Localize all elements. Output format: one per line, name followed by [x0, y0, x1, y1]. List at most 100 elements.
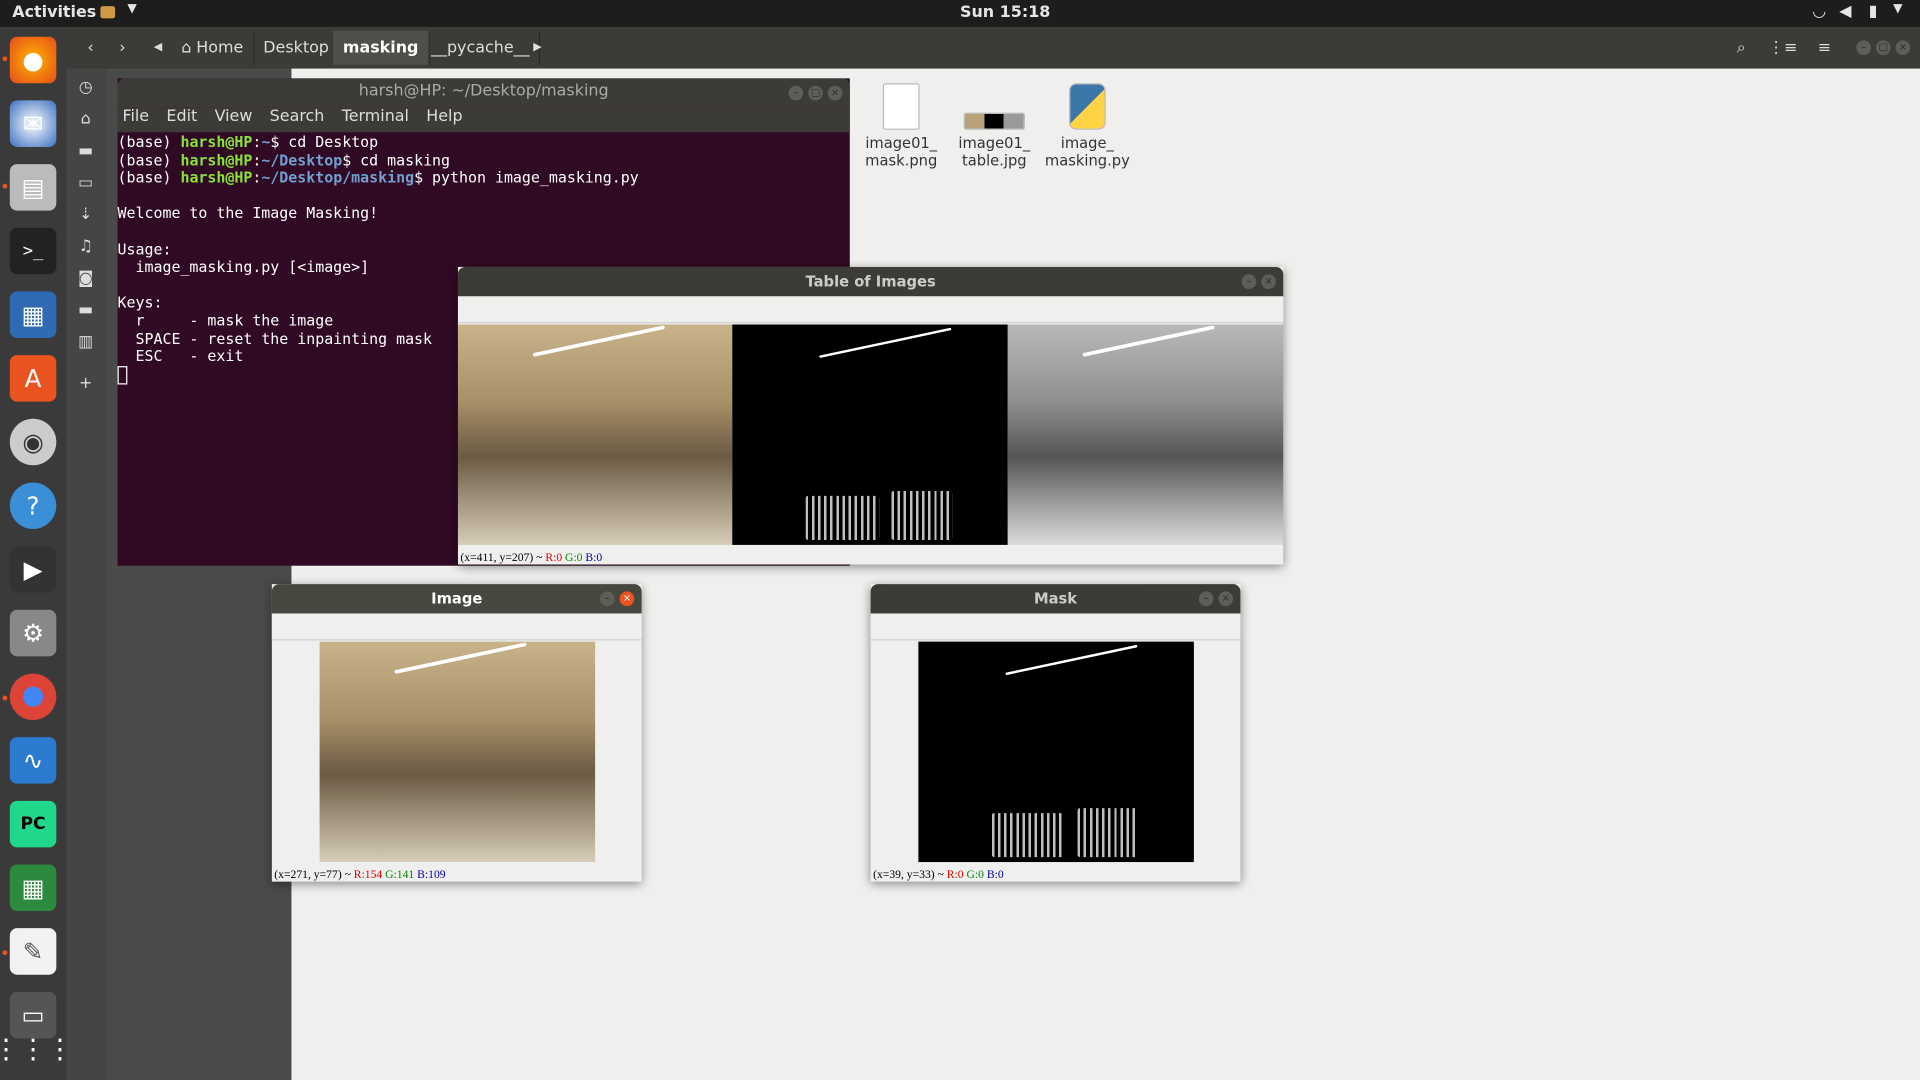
minimize-icon[interactable]: –	[1856, 40, 1872, 56]
table-of-images-window[interactable]: Table of Images – × (x=411, y=207) ~ R:0…	[457, 266, 1284, 565]
status-bar: (x=39, y=33) ~ R:0 G:0 B:0	[873, 869, 1004, 882]
help-icon[interactable]: ?	[9, 482, 57, 529]
terminal-title: harsh@HP: ~/Desktop/masking	[117, 78, 850, 108]
window-title: Image	[271, 584, 642, 614]
writer-icon[interactable]: ▦	[9, 291, 57, 338]
video-editor-icon[interactable]: ▶	[9, 546, 57, 593]
downloads-icon[interactable]: ⇣	[76, 206, 96, 226]
maximize-icon[interactable]: □	[1875, 40, 1891, 56]
original-photo	[319, 641, 596, 863]
menu-help[interactable]: Help	[426, 108, 462, 126]
original-photo	[457, 324, 733, 545]
documents-icon[interactable]: ▭	[76, 174, 96, 194]
view-options-icon[interactable]: ⋮≡	[1768, 33, 1797, 62]
window-toolbar	[870, 613, 1241, 641]
menu-icon[interactable]: ≡	[1810, 33, 1839, 62]
running-indicator	[2, 56, 8, 62]
image-window[interactable]: Image – × (x=271, y=77) ~ R:154 G:141 B:…	[271, 584, 642, 882]
calc-icon[interactable]: ▦	[9, 864, 57, 912]
home-icon[interactable]: ⌂	[76, 110, 96, 130]
software-center-icon[interactable]: A	[9, 355, 57, 402]
system-monitor-icon[interactable]: ∿	[9, 737, 57, 784]
window-toolbar	[457, 296, 1284, 324]
music-icon[interactable]: ♫	[76, 238, 96, 258]
close-icon[interactable]: ×	[827, 85, 843, 101]
running-indicator	[2, 183, 8, 189]
thunderbird-icon[interactable]: ✉	[9, 100, 57, 147]
minimize-icon[interactable]: –	[788, 85, 804, 101]
clock[interactable]: Sun 15:18	[960, 4, 1050, 22]
menu-edit[interactable]: Edit	[166, 108, 197, 126]
crumb-masking[interactable]: masking	[333, 30, 430, 65]
settings-icon[interactable]: ⚙	[9, 609, 57, 657]
image-thumbnail-icon	[963, 112, 1025, 130]
close-icon[interactable]: ×	[619, 591, 635, 607]
mask-window[interactable]: Mask – × (x=39, y=33) ~ R:0 G:0 B:0	[870, 584, 1241, 882]
text-editor-icon[interactable]: ✎	[9, 928, 57, 975]
crumb-home[interactable]: ⌂ Home	[171, 30, 255, 65]
mask-photo	[918, 641, 1194, 863]
mask-photo	[732, 324, 1008, 545]
chevron-down-icon[interactable]: ▼	[127, 2, 136, 15]
prompt-line: (base) harsh@HP:~/Desktop/masking$ pytho…	[117, 169, 639, 187]
maximize-icon[interactable]: □	[808, 85, 823, 101]
dock: ● ✉ ▤ >_ ▦ A ◉ ? ▶ ⚙ ∿ PC ▦ ✎ ▭ ⋮⋮⋮	[0, 26, 73, 1080]
back-icon[interactable]: ‹	[76, 33, 105, 62]
path-right-icon[interactable]: ▶	[529, 33, 546, 62]
minimize-icon[interactable]: –	[1198, 591, 1214, 607]
file-image01-table[interactable]: image01_ table.jpg	[948, 83, 1041, 169]
running-indicator	[2, 695, 8, 701]
firefox-icon[interactable]: ●	[9, 36, 57, 84]
pictures-icon[interactable]: ◙	[76, 269, 96, 289]
file-manager-sidebar: ◷ ⌂ ▬ ▭ ⇣ ♫ ◙ ▬ ▥ +	[66, 68, 106, 1080]
window-title: Table of Images	[457, 266, 1284, 297]
trash-icon[interactable]: ▥	[76, 333, 96, 353]
minimize-icon[interactable]: –	[600, 591, 615, 607]
close-icon[interactable]: ×	[1895, 40, 1911, 56]
menu-search[interactable]: Search	[270, 108, 325, 126]
home-icon: ⌂	[181, 38, 192, 57]
document-icon	[882, 83, 920, 130]
terminal-icon[interactable]: >_	[9, 227, 57, 275]
status-bar: (x=411, y=207) ~ R:0 G:0 B:0	[460, 552, 603, 565]
menu-file[interactable]: File	[122, 108, 149, 126]
files-icon[interactable]: ▤	[9, 164, 57, 211]
prompt-line: (base) harsh@HP:~$ cd Desktop	[117, 133, 379, 151]
wifi-icon[interactable]: ◡	[1812, 2, 1826, 20]
window-toolbar	[271, 613, 642, 641]
battery-icon[interactable]: ▮	[1869, 2, 1878, 20]
rhythmbox-icon[interactable]: ◉	[9, 418, 57, 466]
python-file-icon	[1068, 83, 1106, 130]
top-bar: Activities ▼ Sun 15:18 ◡ ◀ ▮ ▼	[0, 0, 1920, 27]
activities-button[interactable]: Activities	[12, 4, 96, 22]
chrome-icon[interactable]	[9, 673, 57, 721]
terminal-cursor	[117, 365, 128, 385]
file-image01-mask[interactable]: image01_ mask.png	[855, 83, 948, 169]
running-indicator	[2, 950, 8, 956]
file-image-masking[interactable]: image_ masking.py	[1041, 83, 1134, 169]
crumb-desktop[interactable]: Desktop	[253, 30, 340, 65]
close-icon[interactable]: ×	[1218, 591, 1234, 607]
terminal-menubar: File Edit View Search Terminal Help	[117, 107, 850, 133]
window-title: Mask	[870, 584, 1241, 614]
minimize-icon[interactable]: –	[1241, 274, 1257, 289]
keyboard-indicator-icon[interactable]	[100, 6, 116, 19]
search-icon[interactable]: ⌕	[1727, 33, 1756, 62]
file-manager-header: ‹ › ◀ ⌂ Home Desktop masking __pycache__ …	[66, 26, 1920, 69]
close-icon[interactable]: ×	[1261, 274, 1276, 289]
system-menu-chevron-icon[interactable]: ▼	[1893, 2, 1902, 15]
crumb-pycache[interactable]: __pycache__	[421, 30, 541, 65]
recent-icon[interactable]: ◷	[76, 78, 96, 98]
status-bar: (x=271, y=77) ~ R:154 G:141 B:109	[274, 869, 446, 882]
volume-icon[interactable]: ◀	[1839, 2, 1851, 20]
menu-terminal[interactable]: Terminal	[342, 108, 409, 126]
menu-view[interactable]: View	[215, 108, 253, 126]
apps-grid-icon[interactable]: ⋮⋮⋮	[0, 1026, 73, 1073]
forward-icon[interactable]: ›	[108, 33, 137, 62]
path-left-icon[interactable]: ◀	[149, 33, 166, 62]
videos-icon[interactable]: ▬	[76, 301, 96, 321]
pycharm-icon[interactable]: PC	[9, 800, 57, 848]
add-location-icon[interactable]: +	[76, 375, 96, 395]
inpainted-photo	[1007, 324, 1284, 545]
folder-icon[interactable]: ▬	[76, 142, 96, 162]
